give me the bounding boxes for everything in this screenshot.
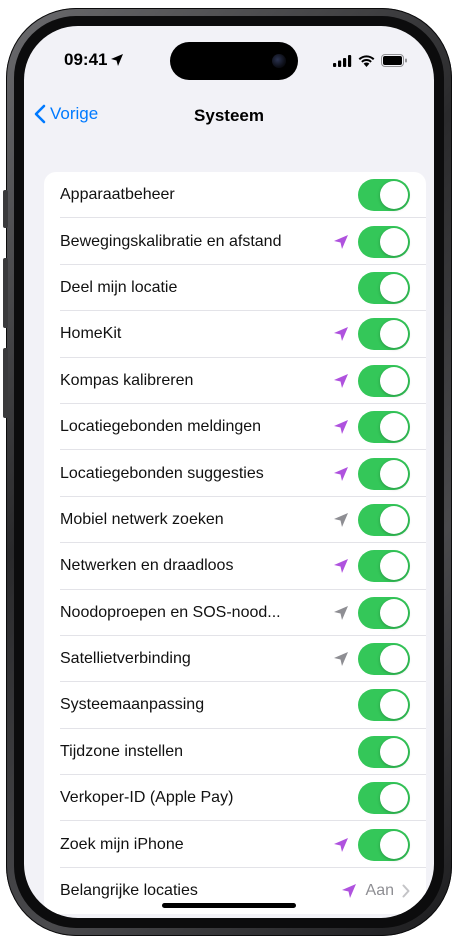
location-arrow-icon xyxy=(110,53,124,67)
list-item-label: Tijdzone instellen xyxy=(60,742,184,760)
list-item[interactable]: Satellietverbinding xyxy=(44,636,426,683)
dynamic-island xyxy=(170,42,298,80)
toggle-knob xyxy=(380,505,408,534)
location-arrow-icon xyxy=(332,650,350,668)
list-item-label: Netwerken en draadloos xyxy=(60,557,234,575)
toggle-switch[interactable] xyxy=(358,179,410,212)
list-item[interactable]: Noodoproepen en SOS-nood... xyxy=(44,590,426,637)
toggle-switch[interactable] xyxy=(358,550,410,583)
list-item[interactable]: Verkoper-ID (Apple Pay) xyxy=(44,775,426,822)
chevron-right-icon xyxy=(402,884,410,898)
list-item-label: Verkoper-ID (Apple Pay) xyxy=(60,789,234,807)
toggle-knob xyxy=(380,273,408,302)
wifi-icon xyxy=(358,54,375,72)
toggle-knob xyxy=(380,691,408,720)
toggle-switch[interactable] xyxy=(358,271,410,304)
screen: 09:41 Vorige Systeem Apparaatbeheer Bewe… xyxy=(24,26,434,918)
toggle-switch[interactable] xyxy=(358,828,410,861)
list-item-label: Locatiegebonden meldingen xyxy=(60,418,262,436)
status-icons xyxy=(333,54,408,72)
toggle-switch[interactable] xyxy=(358,225,410,258)
status-bar: 09:41 xyxy=(24,26,434,96)
location-arrow-icon xyxy=(332,836,350,854)
toggle-switch[interactable] xyxy=(358,457,410,490)
list-item-label: Apparaatbeheer xyxy=(60,186,175,204)
list-item[interactable]: Systeemaanpassing xyxy=(44,682,426,730)
list-item-label: Noodoproepen en SOS-nood... xyxy=(60,603,281,621)
toggle-knob xyxy=(380,737,408,766)
toggle-knob xyxy=(380,598,408,627)
location-arrow-icon xyxy=(332,465,350,483)
toggle-switch[interactable] xyxy=(358,782,410,815)
battery-icon xyxy=(381,54,408,72)
location-arrow-icon xyxy=(332,604,350,622)
list-item[interactable]: HomeKit xyxy=(44,311,426,358)
list-item-label: Bewegingskalibratie en afstand xyxy=(60,232,282,250)
toggle-knob xyxy=(380,645,408,674)
toggle-switch[interactable] xyxy=(358,643,410,676)
list-item[interactable]: Bewegingskalibratie en afstand xyxy=(44,218,426,266)
list-item[interactable]: Locatiegebonden meldingen xyxy=(44,404,426,451)
toggle-switch[interactable] xyxy=(358,596,410,629)
toggle-knob xyxy=(380,413,408,442)
location-arrow-icon xyxy=(332,233,350,251)
list-item[interactable]: Netwerken en draadloos xyxy=(44,543,426,590)
location-arrow-icon xyxy=(332,372,350,390)
toggle-switch[interactable] xyxy=(358,689,410,722)
clock-text: 09:41 xyxy=(64,50,108,69)
toggle-knob xyxy=(380,181,408,210)
toggle-knob xyxy=(380,552,408,581)
cellular-signal-icon xyxy=(333,54,352,72)
toggle-knob xyxy=(380,459,408,488)
toggle-knob xyxy=(380,366,408,395)
list-item-label: Satellietverbinding xyxy=(60,650,191,668)
location-arrow-icon xyxy=(332,557,350,575)
toggle-switch[interactable] xyxy=(358,503,410,536)
toggle-knob xyxy=(380,830,408,859)
location-arrow-icon xyxy=(332,418,350,436)
volume-down-button xyxy=(3,348,8,418)
list-item[interactable]: Zoek mijn iPhone xyxy=(44,821,426,869)
detail-value: Aan xyxy=(365,882,394,900)
list-item-label: Mobiel netwerk zoeken xyxy=(60,510,224,528)
list-item[interactable]: Deel mijn locatie xyxy=(44,265,426,312)
location-arrow-icon xyxy=(332,325,350,343)
list-item-label: Zoek mijn iPhone xyxy=(60,835,184,853)
list-item[interactable]: Mobiel netwerk zoeken xyxy=(44,497,426,544)
volume-up-button xyxy=(3,258,8,328)
toggle-switch[interactable] xyxy=(358,364,410,397)
list-item-label: Deel mijn locatie xyxy=(60,278,178,296)
location-arrow-icon xyxy=(332,511,350,529)
list-item-label: Locatiegebonden suggesties xyxy=(60,464,264,482)
page-title: Systeem xyxy=(194,106,264,125)
list-item-label: Systeemaanpassing xyxy=(60,696,205,714)
action-button xyxy=(3,190,8,228)
list-item[interactable]: Apparaatbeheer xyxy=(44,172,426,219)
toggle-switch[interactable] xyxy=(358,318,410,351)
navigation-bar: Vorige Systeem xyxy=(24,96,434,140)
toggle-switch[interactable] xyxy=(358,735,410,768)
status-time: 09:41 xyxy=(64,50,124,70)
list-item[interactable]: Tijdzone instellen xyxy=(44,729,426,776)
toggle-knob xyxy=(380,320,408,349)
settings-list: Apparaatbeheer Bewegingskalibratie en afs… xyxy=(44,172,426,915)
list-item-label: HomeKit xyxy=(60,325,122,343)
list-item-label: Belangrijke locaties xyxy=(60,882,198,900)
toggle-knob xyxy=(380,227,408,256)
list-item-label: Kompas kalibreren xyxy=(60,371,194,389)
home-indicator[interactable] xyxy=(162,903,296,908)
location-arrow-icon xyxy=(340,882,358,900)
toggle-knob xyxy=(380,784,408,813)
list-item[interactable]: Kompas kalibreren xyxy=(44,358,426,405)
list-item[interactable]: Locatiegebonden suggesties xyxy=(44,450,426,498)
toggle-switch[interactable] xyxy=(358,411,410,444)
front-camera xyxy=(272,54,286,68)
